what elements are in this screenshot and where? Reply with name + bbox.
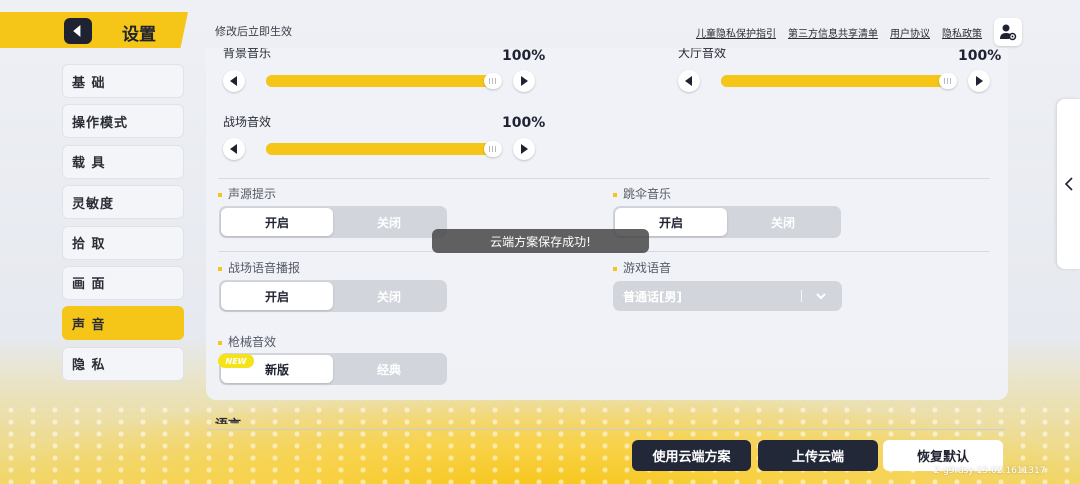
- battle-sound-decrease-button[interactable]: [223, 138, 245, 160]
- lobby-sound-decrease-button[interactable]: [678, 70, 700, 92]
- sound-hint-on-option[interactable]: 开启: [221, 208, 333, 236]
- left-triangle-icon: [230, 144, 237, 154]
- lobby-sound-slider[interactable]: [721, 73, 957, 89]
- page-title: 设置: [122, 25, 156, 45]
- divider: [218, 178, 990, 179]
- lobby-sound-slider-fill: [721, 75, 957, 87]
- bgm-increase-button[interactable]: [513, 70, 535, 92]
- chevron-down-icon: [816, 293, 826, 300]
- new-badge: NEW: [218, 354, 254, 368]
- sidebar-item-control-mode[interactable]: 操作模式: [62, 104, 184, 139]
- sidebar-item-basic[interactable]: 基 础: [62, 64, 184, 98]
- sidebar-item-privacy[interactable]: 隐 私: [62, 346, 184, 381]
- sidebar-item-vehicle[interactable]: 载 具: [62, 144, 184, 179]
- chevron-left-icon: [1064, 177, 1073, 191]
- link-third-party[interactable]: 第三方信息共享清单: [788, 25, 878, 40]
- side-drawer-tab[interactable]: [1057, 99, 1080, 269]
- settings-panel: 背景音乐 100% 大厅音效 100% 战场音效 100% 声源提示 开启 关闭: [206, 48, 1008, 400]
- bgm-label: 背景音乐: [223, 48, 272, 60]
- parachute-music-off-option[interactable]: 关闭: [727, 208, 839, 236]
- title-tab: [0, 12, 188, 48]
- sidebar: 基 础 操作模式 载 具 灵敏度 拾 取 画 面 声 音 隐 私: [62, 64, 184, 387]
- gun-sound-label: 枪械音效: [218, 333, 276, 350]
- sidebar-item-pickup[interactable]: 拾 取: [62, 225, 184, 260]
- language-section-heading: 语言: [215, 414, 241, 424]
- dropdown-separator: [801, 290, 802, 302]
- battle-voice-toggle: 开启 关闭: [219, 280, 447, 312]
- bottom-divider: [206, 429, 1006, 430]
- sound-hint-off-option[interactable]: 关闭: [333, 208, 445, 236]
- bgm-slider-fill: [266, 75, 502, 87]
- lobby-sound-slider-knob[interactable]: [939, 73, 957, 89]
- link-child-privacy[interactable]: 儿童隐私保护指引: [696, 25, 776, 40]
- back-button[interactable]: [64, 18, 92, 44]
- lobby-sound-label: 大厅音效: [678, 48, 727, 60]
- left-triangle-icon: [230, 76, 237, 86]
- battle-sound-value: 100%: [502, 115, 546, 131]
- left-triangle-icon: [685, 76, 692, 86]
- link-privacy-policy[interactable]: 隐私政策: [942, 25, 982, 40]
- policy-links: 儿童隐私保护指引 第三方信息共享清单 用户协议 隐私政策: [696, 25, 982, 40]
- battle-voice-off-option[interactable]: 关闭: [333, 282, 445, 310]
- account-settings-button[interactable]: [994, 18, 1022, 46]
- right-triangle-icon: [976, 76, 983, 86]
- sidebar-item-sound[interactable]: 声 音: [62, 306, 184, 341]
- sidebar-item-sensitivity[interactable]: 灵敏度: [62, 185, 184, 220]
- parachute-music-label: 跳伞音乐: [613, 185, 671, 202]
- link-user-agreement[interactable]: 用户协议: [890, 25, 930, 40]
- battle-sound-slider-fill: [266, 143, 502, 155]
- right-triangle-icon: [521, 76, 528, 86]
- game-voice-label: 游戏语音: [613, 259, 671, 276]
- lobby-sound-value: 100%: [958, 48, 1002, 64]
- back-arrow-icon: [73, 25, 81, 37]
- bgm-slider[interactable]: [266, 73, 502, 89]
- notice-text: 修改后立即生效: [215, 25, 292, 38]
- bgm-value: 100%: [502, 48, 546, 64]
- battle-sound-label: 战场音效: [223, 115, 272, 129]
- battle-sound-slider[interactable]: [266, 141, 502, 157]
- lobby-sound-increase-button[interactable]: [968, 70, 990, 92]
- version-text: 2-g9rdsy-15.02.1611317: [934, 466, 1046, 476]
- game-voice-dropdown[interactable]: 普通话[男]: [613, 281, 842, 311]
- sound-hint-toggle: 开启 关闭: [219, 206, 447, 238]
- top-bar: 设置 修改后立即生效 儿童隐私保护指引 第三方信息共享清单 用户协议 隐私政策: [0, 0, 1080, 48]
- sound-hint-label: 声源提示: [218, 185, 276, 202]
- right-triangle-icon: [521, 144, 528, 154]
- toast-message: 云端方案保存成功!: [432, 229, 649, 253]
- game-voice-value: 普通话[男]: [623, 289, 682, 304]
- user-gear-icon: [1000, 24, 1017, 41]
- bgm-decrease-button[interactable]: [223, 70, 245, 92]
- battle-sound-increase-button[interactable]: [513, 138, 535, 160]
- battle-sound-slider-knob[interactable]: [484, 141, 502, 157]
- sidebar-item-graphics[interactable]: 画 面: [62, 265, 184, 300]
- battle-voice-on-option[interactable]: 开启: [221, 282, 333, 310]
- gun-sound-classic-option[interactable]: 经典: [333, 355, 445, 383]
- bgm-slider-knob[interactable]: [484, 73, 502, 89]
- use-cloud-plan-button[interactable]: 使用云端方案: [632, 440, 751, 471]
- upload-cloud-button[interactable]: 上传云端: [758, 440, 878, 471]
- battle-voice-label: 战场语音播报: [218, 259, 300, 276]
